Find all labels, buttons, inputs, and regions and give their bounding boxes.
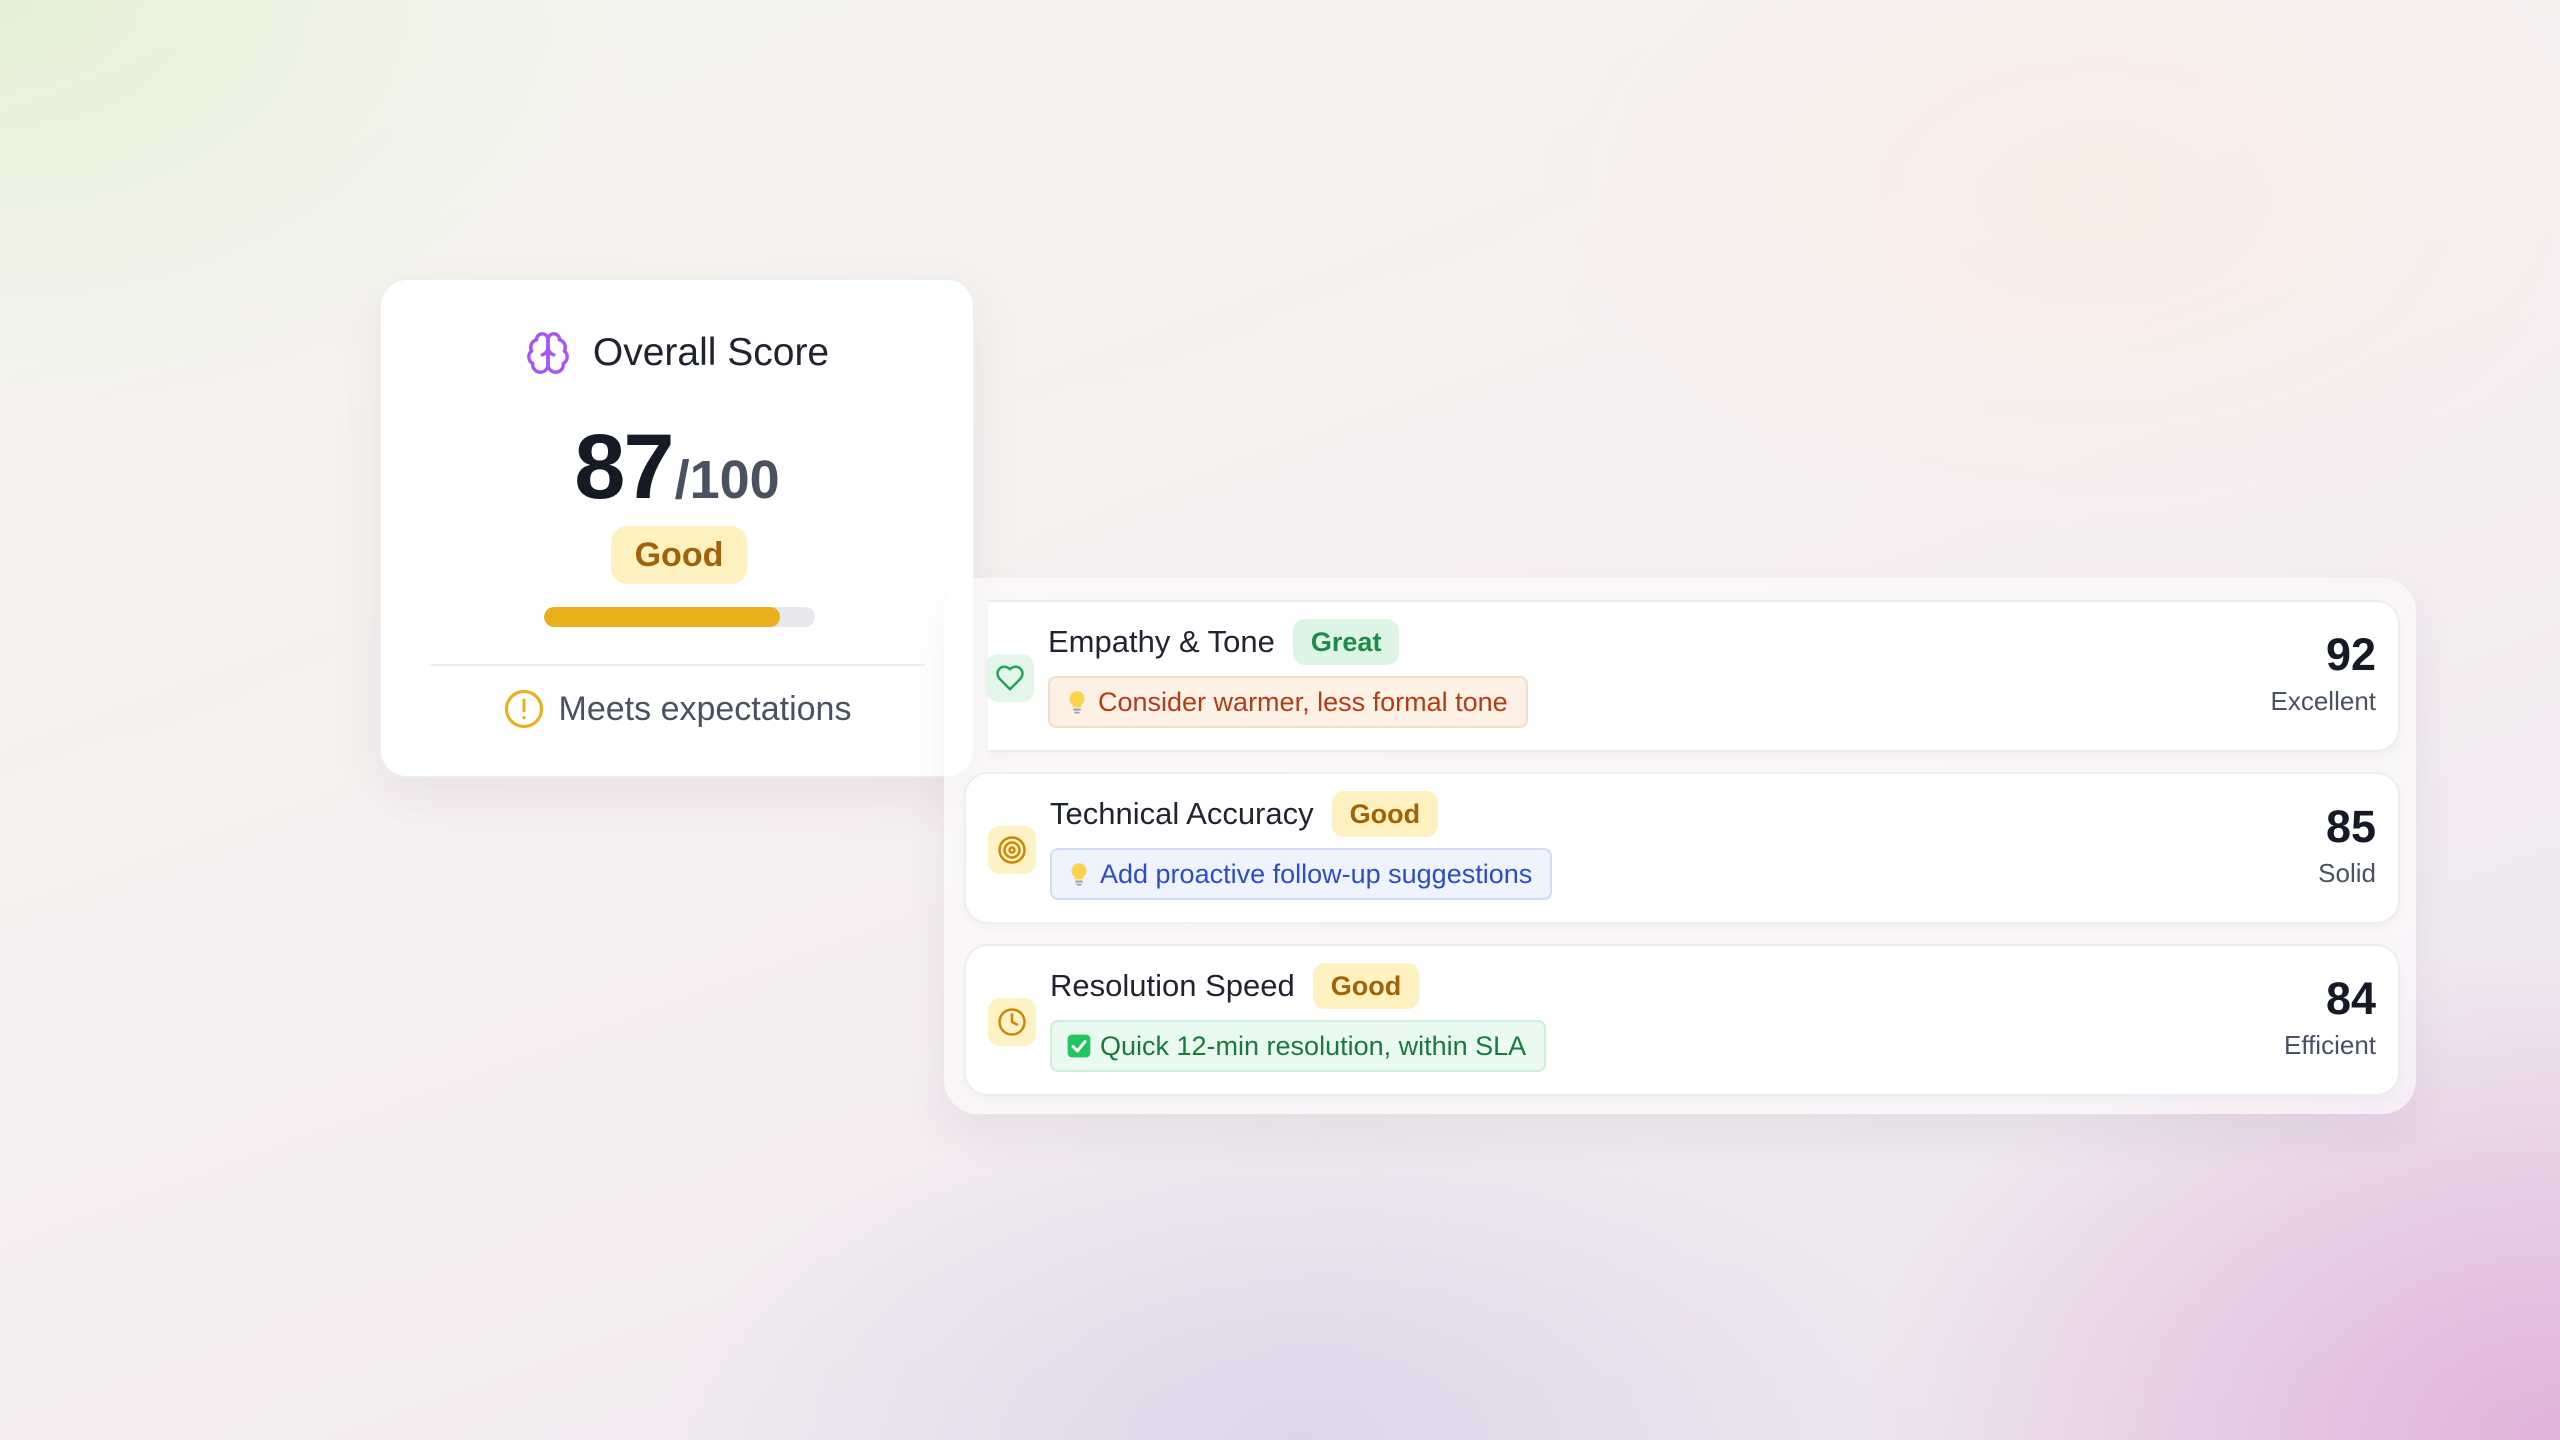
metric-badge: Good	[1312, 963, 1420, 1009]
overall-score-value-row: 87 /100	[381, 415, 973, 520]
metric-score-value: 92	[2325, 629, 2376, 680]
brain-icon	[525, 330, 571, 376]
metric-score-value: 85	[2325, 801, 2376, 852]
metric-tip-text: Consider warmer, less formal tone	[1098, 686, 1508, 717]
metric-badge: Great	[1292, 619, 1400, 665]
target-icon	[997, 835, 1027, 865]
metric-icon-box	[986, 654, 1034, 702]
overall-progress-bar	[544, 607, 815, 627]
metric-score-label: Solid	[2318, 858, 2376, 888]
overall-score-value: 87	[574, 416, 674, 518]
metric-card-resolution-speed: Resolution Speed Good Quick 12-min resol…	[964, 944, 2400, 1096]
overall-progress-fill	[544, 607, 780, 627]
metric-tip-text: Add proactive follow-up suggestions	[1100, 858, 1533, 889]
metric-name: Empathy & Tone	[1048, 624, 1275, 659]
metric-score: 85 Solid	[2318, 804, 2376, 889]
overall-score-header: Overall Score	[381, 330, 973, 376]
overall-divider	[429, 664, 925, 666]
metric-card-empathy: Empathy & Tone Great Consider warmer, le…	[986, 600, 2400, 752]
overall-score-title: Overall Score	[592, 331, 830, 374]
metric-tip: Consider warmer, less formal tone	[1048, 676, 1528, 728]
metric-score-label: Efficient	[2283, 1030, 2376, 1060]
check-box-icon	[1066, 1033, 1092, 1059]
overall-status-text: Meets expectations	[558, 689, 852, 728]
metric-tip: Quick 12-min resolution, within SLA	[1050, 1020, 1547, 1072]
heart-icon	[995, 663, 1025, 693]
overall-score-card: Overall Score 87 /100 Good Meets expecta…	[379, 278, 975, 778]
metric-tip-text: Quick 12-min resolution, within SLA	[1100, 1030, 1527, 1061]
metric-header: Technical Accuracy Good	[1050, 790, 1439, 838]
metric-card-technical-accuracy: Technical Accuracy Good Add proactive fo…	[964, 772, 2400, 924]
metric-icon-box	[988, 826, 1036, 874]
lightbulb-icon	[1064, 689, 1090, 715]
metric-header: Resolution Speed Good	[1050, 962, 1420, 1010]
metric-badge: Good	[1331, 791, 1439, 837]
clock-icon	[997, 1007, 1027, 1037]
metric-score-value: 84	[2325, 973, 2376, 1024]
alert-circle-icon	[503, 688, 545, 730]
overall-score-max: /100	[674, 450, 780, 510]
metric-score: 84 Efficient	[2284, 976, 2376, 1061]
metric-name: Technical Accuracy	[1050, 796, 1314, 831]
metrics-panel: Empathy & Tone Great Consider warmer, le…	[944, 578, 2416, 1114]
overall-rating-badge: Good	[611, 526, 747, 584]
overall-status: Meets expectations	[381, 688, 973, 730]
metric-name: Resolution Speed	[1050, 968, 1295, 1003]
metric-score: 92 Excellent	[2271, 632, 2377, 717]
metric-icon-box	[988, 998, 1036, 1046]
lightbulb-icon	[1066, 861, 1092, 887]
metric-score-label: Excellent	[2270, 686, 2377, 716]
metric-header: Empathy & Tone Great	[1048, 618, 1400, 666]
metric-tip: Add proactive follow-up suggestions	[1050, 848, 1553, 900]
